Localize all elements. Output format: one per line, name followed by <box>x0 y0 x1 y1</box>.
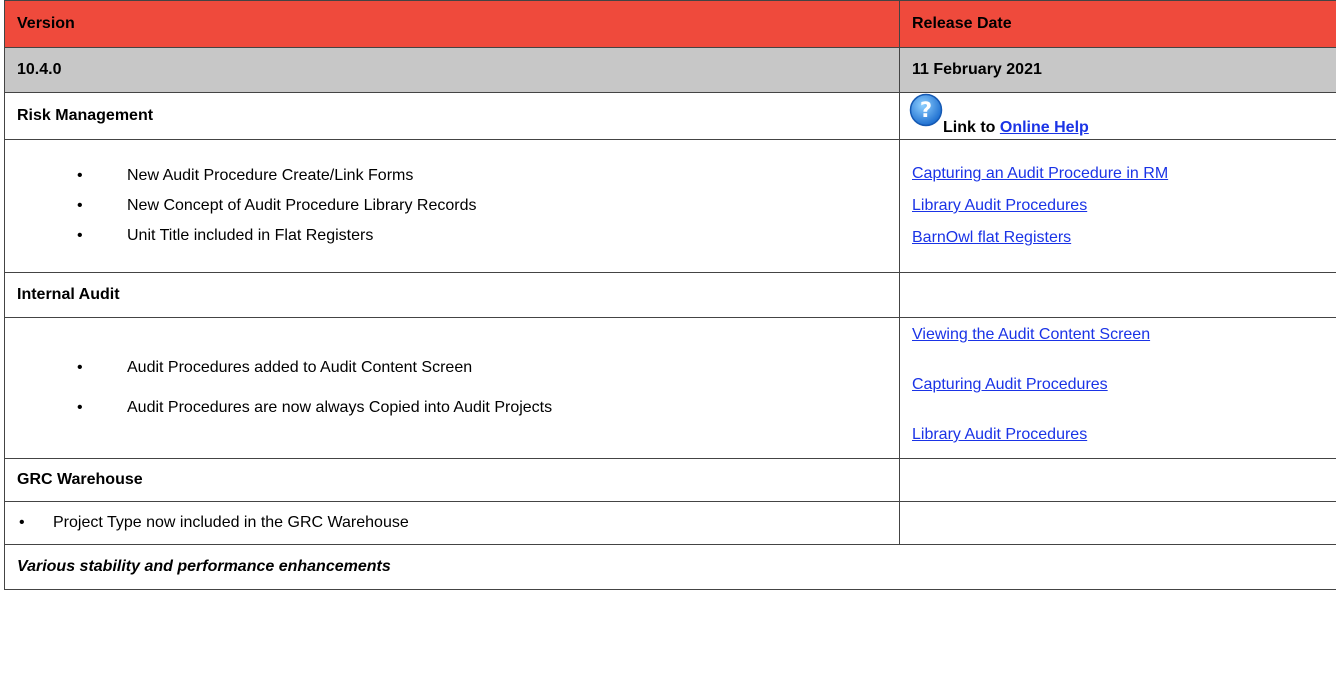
list-item: • New Concept of Audit Procedure Library … <box>17 197 887 215</box>
risk-management-row: Risk Management ? Link to Online Help <box>4 92 1336 140</box>
internal-audit-items: • Audit Procedures added to Audit Content… <box>4 317 900 459</box>
list-item-text: New Concept of Audit Procedure Library R… <box>127 197 477 214</box>
version-header: Version <box>4 0 900 48</box>
grc-warehouse-items: • Project Type now included in the GRC Wa… <box>4 501 900 545</box>
risk-management-items: • New Audit Procedure Create/Link Forms •… <box>4 139 900 273</box>
version-number: 10.4.0 <box>4 47 900 93</box>
risk-management-items-row: • New Audit Procedure Create/Link Forms •… <box>4 139 1336 273</box>
list-item: • Project Type now included in the GRC Wa… <box>17 514 887 532</box>
footer-note: Various stability and performance enhanc… <box>4 544 1336 590</box>
internal-audit-links: Viewing the Audit Content Screen Capturi… <box>899 317 1336 459</box>
risk-management-links: Capturing an Audit Procedure in RM Libra… <box>899 139 1336 273</box>
list-item: • Unit Title included in Flat Registers <box>17 227 887 245</box>
release-date-header: Release Date <box>899 0 1336 48</box>
header-row: Version Release Date <box>4 0 1336 48</box>
internal-audit-title: Internal Audit <box>4 272 900 318</box>
link-capturing-audit-procedures[interactable]: Capturing Audit Procedures <box>912 376 1336 394</box>
bullet-icon: • <box>77 359 83 376</box>
online-help-label: Link to Online Help <box>943 119 1089 137</box>
bullet-icon: • <box>19 514 25 531</box>
grc-warehouse-title: GRC Warehouse <box>4 458 900 502</box>
list-item-text: New Audit Procedure Create/Link Forms <box>127 167 414 184</box>
list-item-text: Audit Procedures are now always Copied i… <box>127 399 553 416</box>
version-row: 10.4.0 11 February 2021 <box>4 47 1336 93</box>
internal-audit-items-row: • Audit Procedures added to Audit Content… <box>4 317 1336 459</box>
list-item: • Audit Procedures are now always Copied … <box>17 399 887 417</box>
link-viewing-audit-content-screen[interactable]: Viewing the Audit Content Screen <box>912 326 1336 344</box>
link-library-audit-procedures[interactable]: Library Audit Procedures <box>912 426 1336 444</box>
online-help-cell: ? Link to Online Help <box>899 92 1336 140</box>
list-item-text: Unit Title included in Flat Registers <box>127 227 374 244</box>
list-item-text: Audit Procedures added to Audit Content … <box>127 359 473 376</box>
link-barnowl-flat-registers[interactable]: BarnOwl flat Registers <box>912 229 1336 247</box>
empty-cell <box>899 501 1336 545</box>
online-help-prefix: Link to <box>943 119 1000 136</box>
help-icon: ? <box>909 93 943 127</box>
risk-management-title: Risk Management <box>4 92 900 140</box>
empty-cell <box>899 458 1336 502</box>
footer-note-row: Various stability and performance enhanc… <box>4 544 1336 590</box>
bullet-icon: • <box>77 399 83 416</box>
svg-text:?: ? <box>920 98 932 122</box>
internal-audit-row: Internal Audit <box>4 272 1336 318</box>
release-date: 11 February 2021 <box>899 47 1336 93</box>
empty-cell <box>899 272 1336 318</box>
link-library-audit-procedures[interactable]: Library Audit Procedures <box>912 197 1336 215</box>
bullet-icon: • <box>77 167 83 184</box>
list-item: • New Audit Procedure Create/Link Forms <box>17 167 887 185</box>
link-capturing-audit-procedure-rm[interactable]: Capturing an Audit Procedure in RM <box>912 165 1336 183</box>
list-item: • Audit Procedures added to Audit Content… <box>17 359 887 377</box>
list-item-text: Project Type now included in the GRC War… <box>53 514 409 531</box>
bullet-icon: • <box>77 197 83 214</box>
release-notes-table: Version Release Date 10.4.0 11 February … <box>4 0 1336 590</box>
grc-warehouse-row: GRC Warehouse <box>4 458 1336 502</box>
grc-warehouse-items-row: • Project Type now included in the GRC Wa… <box>4 501 1336 545</box>
bullet-icon: • <box>77 227 83 244</box>
online-help-link[interactable]: Online Help <box>1000 119 1089 136</box>
